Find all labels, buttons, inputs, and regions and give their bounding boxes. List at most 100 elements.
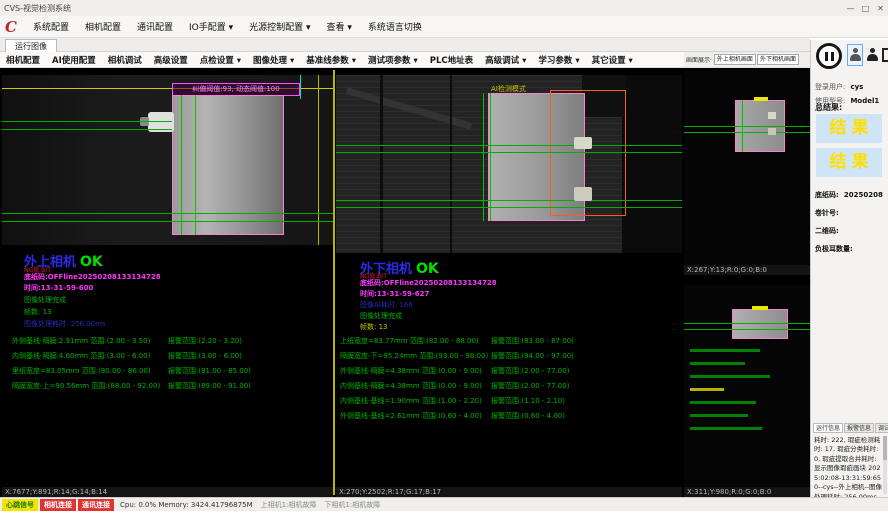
toolbar: 相机配置 AI使用配置 相机调试 高级设置 点检设置 ▾ 图像处理 ▾ 基准线参… [0,52,684,68]
tab-upper-camera-view[interactable]: 外上相机画面 [714,54,756,65]
measurement-text: 里纸宽度=83.05mm 范围:(80.00 - 86.00) [12,366,151,376]
tool-advanced-settings[interactable]: 高级设置 [148,54,194,66]
maximize-button[interactable]: □ [858,4,873,13]
menu-light-config[interactable]: 光源控制配置 ▾ [241,20,318,33]
tool-test-params[interactable]: 测试项参数 ▾ [362,54,424,66]
menu-io-config[interactable]: IO手配置 ▾ [181,20,241,33]
tool-camera-debug[interactable]: 相机调试 [102,54,148,66]
measurement-text: 外侧基线-隔膜:2.91mm 范围:(2.00 - 3.50) [12,336,150,346]
tool-learn-params[interactable]: 学习参数 ▾ [532,54,585,66]
menu-comm-config[interactable]: 通讯配置 [129,20,181,33]
operator-icon [867,48,878,62]
middle-camera-panel[interactable]: AI检测模式 外下相机OK NG值:B/T 底纸码:OFFline2025020… [336,68,682,497]
info-tab-strip: 运行信息 报警信息 调试信息 [813,423,888,433]
thumb-strip-label: 画面展示· [684,55,714,64]
machinery-bar [450,75,452,253]
overlay-line [300,75,301,99]
pause-button[interactable] [816,43,842,69]
left-camera-image[interactable]: 纠偏阈值:93, 动态阈值:100 [2,75,333,245]
tool-plc-address[interactable]: PLC地址表 [424,54,479,66]
log-line [690,362,745,365]
logout-button[interactable] [880,44,888,66]
measurement-alarm: 报警范围:(89.00 - 91.00) [168,381,251,391]
reflection-spot [574,137,592,149]
middle-frame-count: 帧数: 13 [360,322,388,332]
measurement-text: 外侧基线-基线=2.61mm 范围:(0.60 - 4.00) [340,411,482,421]
overlay-line [318,75,319,245]
thumb-lower-camera[interactable]: X:311;Y:980;R:0;G:0;B:0 [684,285,810,497]
middle-pixel-coords: X:270;Y:2502;R:17;G:17;B:17 [336,487,682,497]
camera-link-badge: 相机连接 [40,499,76,511]
measurement-alarm: 报警范围:(81.00 - 85.00) [168,366,251,376]
measurement-text: 外侧基线-隔膜=4.38mm 范围:(0.00 - 9.00) [340,366,482,376]
result-box-2: 结果 [816,148,882,177]
minimize-button[interactable]: — [843,4,858,13]
tab-alarm-info[interactable]: 报警信息 [844,423,874,433]
middle-camera-image[interactable]: AI检测模式 [336,75,682,253]
log-scrollbar[interactable] [883,436,887,494]
middle-process-done: 图像处理完成 [360,311,402,321]
log-line [690,414,748,417]
log-line [690,349,760,352]
reflection-spot [574,187,592,201]
thumb-lower-image[interactable] [684,285,810,487]
measurement-text: 内侧基线-隔膜:4.60mm 范围:(3.00 - 6.00) [12,351,150,361]
operator-button[interactable] [865,44,879,66]
log-line [690,375,770,378]
measurement-alarm: 报警范围:(2.00 - 77.00) [491,366,569,376]
middle-barcode: 底纸码:OFFline20250208133134728 [360,278,497,288]
tab-run-image[interactable]: 运行图像 [5,39,57,52]
measurement-text: 隔膜宽度-上=90.56mm 范围:(88.00 - 92.00) [12,381,160,391]
close-button[interactable]: ✕ [873,4,888,13]
tab-run-info[interactable]: 运行信息 [813,423,843,433]
tab-debug-info[interactable]: 调试信息 [875,423,888,433]
log-line [690,427,762,430]
main-view-area: 纠偏阈值:93, 动态阈值:100 外上相机OK NG值:B/T 底纸码:OFF… [0,68,810,497]
overlay-line [490,93,491,221]
log-scrollbar-thumb[interactable] [883,436,887,460]
tab-lower-camera-view[interactable]: 外下相机画面 [757,54,799,65]
tool-spot-check[interactable]: 点检设置 ▾ [194,54,247,66]
user-login-button[interactable] [847,44,863,66]
menu-system-config[interactable]: 系统配置 [25,20,77,33]
app-logo-icon: C [5,18,17,36]
overlay-mark [754,97,768,101]
heartbeat-badge: 心跳信号 [2,499,38,511]
middle-result-ok: OK [416,261,439,277]
thumb-upper-image[interactable] [684,70,810,265]
measurement-text: 上纸宽度=83.77mm 范围:(82.00 - 88.00) [340,336,479,346]
cpu-memory-status: Cpu: 0.0% Memory: 3424.41796875M [120,501,253,509]
comm-link-badge: 通讯连接 [78,499,114,511]
tool-image-process[interactable]: 图像处理 ▾ [247,54,300,66]
machinery-bar [346,87,473,130]
field-row: 负极耳数量: [815,236,853,255]
measurement-alarm: 报警范围:(2.00 - 77.00) [491,381,569,391]
menu-camera-config[interactable]: 相机配置 [77,20,129,33]
overlay-line [336,207,682,208]
thumb-tab-strip: 画面展示· 外上相机画面 外下相机画面 [684,52,810,68]
tool-other-settings[interactable]: 其它设置 ▾ [586,54,639,66]
menu-view[interactable]: 查看 ▾ [319,20,360,33]
log-line [690,388,724,391]
overlay-line [195,95,196,235]
tool-ai-config[interactable]: AI使用配置 [46,54,102,66]
machinery-bar [380,75,383,253]
overlay-line [483,93,484,221]
measurement-alarm: 报警范围:(3.00 - 6.00) [168,351,242,361]
field-row: 二维码: [815,218,839,237]
overlay-line [684,126,810,127]
tool-baseline-params[interactable]: 基准线参数 ▾ [300,54,362,66]
overlay-line [2,121,172,122]
result-box-1: 结果 [816,114,882,143]
upper-camera-fault-status: 上相机1:相机故障 [261,500,317,510]
field-label: 底纸码: [815,191,839,199]
overlay-line [2,213,333,214]
thumb-upper-camera[interactable]: X:267;Y:13;R:0;G:0;B:0 [684,68,810,275]
tool-advanced-debug[interactable]: 高级调试 ▾ [479,54,532,66]
menu-language-switch[interactable]: 系统语言切换 [360,20,430,33]
left-camera-panel[interactable]: 纠偏阈值:93, 动态阈值:100 外上相机OK NG值:B/T 底纸码:OFF… [2,68,333,497]
middle-time: 时间:13-31-59-627 [360,289,429,299]
left-result-ok: OK [80,254,103,270]
tool-camera-config[interactable]: 相机配置 [0,54,46,66]
left-elapsed: 图像处理耗时: 256.00ms [24,319,106,329]
